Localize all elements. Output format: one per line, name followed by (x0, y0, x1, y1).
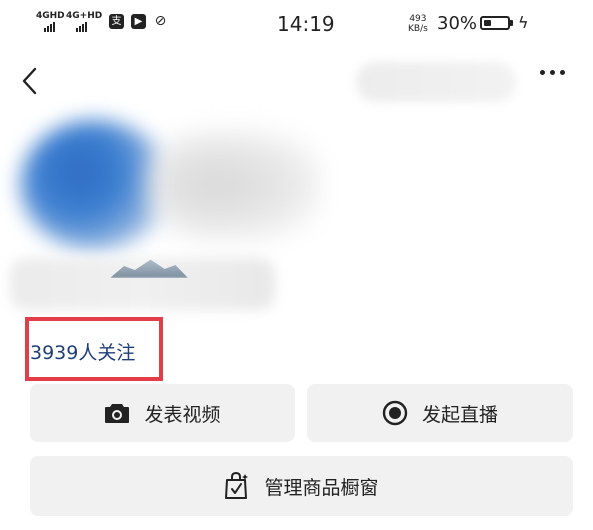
more-dot (550, 70, 555, 75)
network-speed-unit: KB/s (408, 24, 428, 34)
battery-level-fill (484, 20, 491, 26)
shopping-bag-icon (225, 472, 249, 499)
alipay-icon: 支 (109, 14, 124, 29)
highlight-box (25, 317, 163, 381)
network-speed-value: 493 (409, 14, 427, 24)
sync-icon: ⊘ (154, 13, 167, 29)
post-video-button[interactable]: 发表视频 (30, 384, 295, 442)
battery-tip (510, 20, 513, 26)
blurred-username (150, 130, 320, 240)
charging-icon: ϟ (518, 13, 529, 32)
record-icon (382, 400, 408, 426)
battery-percent: 30% (437, 13, 478, 34)
network-speed: 493 KB/s (408, 14, 428, 34)
network-label-2: 4G+HD (66, 11, 103, 21)
back-button[interactable] (17, 64, 47, 98)
manage-showcase-button[interactable]: 管理商品橱窗 (30, 456, 573, 516)
start-live-label: 发起直播 (421, 403, 498, 426)
status-bar: 4GHD 4G+HD 支 ▶ ⊘ 14:19 493 KB/s 30% ϟ (0, 0, 593, 44)
chevron-left-icon (22, 67, 37, 95)
post-video-label: 发表视频 (144, 403, 221, 426)
signal-icon (44, 22, 55, 32)
start-live-button[interactable]: 发起直播 (307, 384, 573, 442)
battery-icon (480, 16, 510, 30)
network-label-1: 4GHD (36, 11, 65, 21)
avatar[interactable] (20, 120, 170, 250)
blurred-title (356, 62, 516, 102)
clock: 14:19 (277, 12, 335, 36)
more-dot (540, 70, 545, 75)
play-icon: ▶ (131, 14, 146, 29)
signal-icon-2 (76, 22, 87, 32)
manage-showcase-label: 管理商品橱窗 (264, 476, 379, 499)
more-button[interactable] (540, 70, 565, 75)
camera-icon (105, 404, 130, 423)
more-dot (560, 70, 565, 75)
